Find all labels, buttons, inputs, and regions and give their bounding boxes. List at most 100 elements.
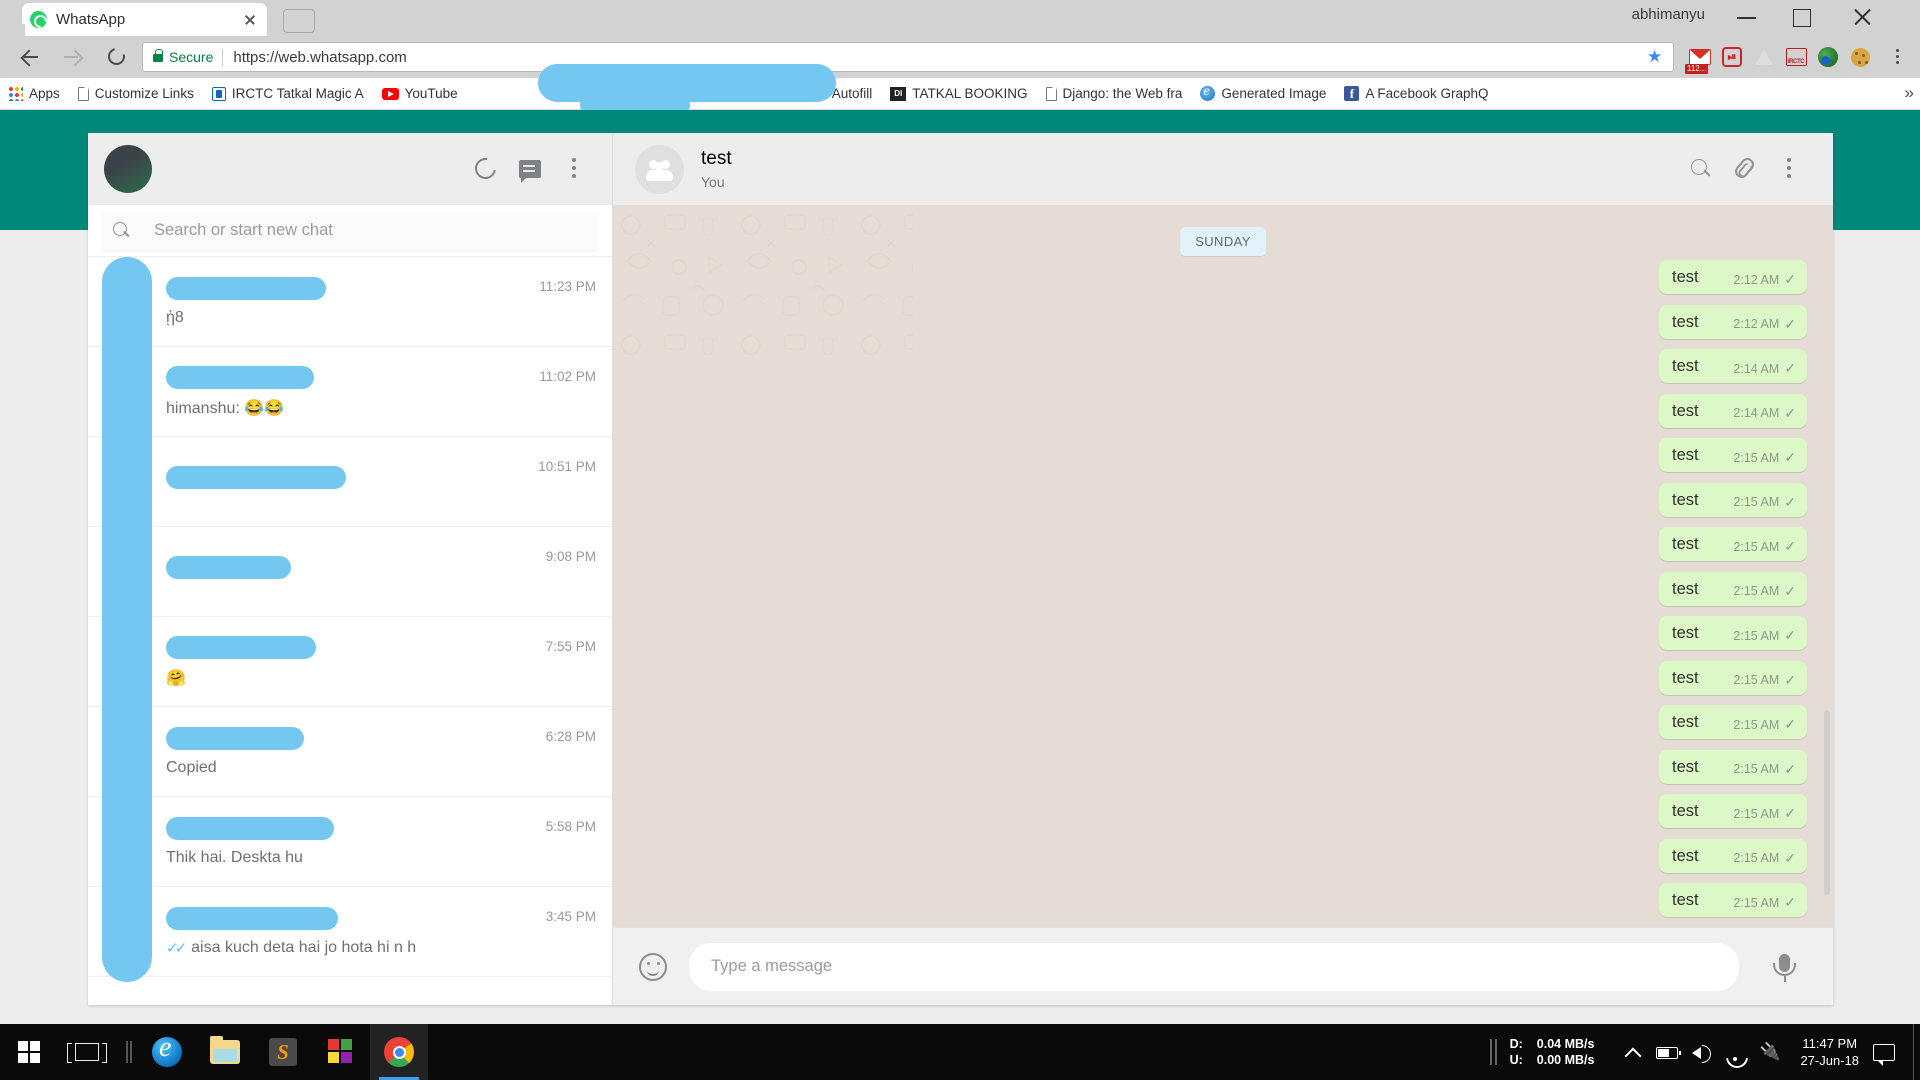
chat-list-item[interactable]: 🤗 7:55 PM <box>88 617 612 707</box>
message-scrollbar[interactable] <box>1824 710 1830 895</box>
youtube-icon <box>381 87 399 100</box>
message-meta: 2:15 AM ✓ <box>1733 449 1796 466</box>
idm-extension-icon[interactable]: ⏯ <box>1716 41 1748 73</box>
message-bubble[interactable]: test 2:15 AM ✓ <box>1659 571 1807 606</box>
message-bubble[interactable]: test 2:15 AM ✓ <box>1659 794 1807 828</box>
message-text: test <box>1672 668 1699 687</box>
back-button[interactable] <box>10 38 48 76</box>
chat-list-item[interactable]: 10:51 PM <box>88 437 612 527</box>
message-bubble[interactable]: test 2:15 AM ✓ <box>1659 838 1807 873</box>
message-bubble[interactable]: test 2:15 AM ✓ <box>1659 527 1807 561</box>
browser-profile-name[interactable]: abhimanyu <box>1632 6 1705 23</box>
new-tab-button[interactable] <box>283 9 315 33</box>
close-window-button[interactable] <box>1840 0 1886 30</box>
chevron-up-icon[interactable] <box>1616 1035 1650 1069</box>
chat-list-item[interactable]: ᾑ8 11:23 PM <box>88 257 612 347</box>
bookmark-customize-links[interactable]: Customize Links <box>69 81 203 107</box>
reload-button[interactable] <box>98 38 136 76</box>
chat-list-item[interactable]: ✓✓ aisa kuch deta hai jo hota hi n h 3:45 … <box>88 887 612 977</box>
bookmark-apps[interactable]: Apps <box>0 81 69 107</box>
bookmarks-overflow-button[interactable]: » <box>1905 83 1914 103</box>
speaker-icon[interactable] <box>1684 1035 1718 1069</box>
chat-list-menu-button[interactable] <box>552 147 596 191</box>
microphone-icon[interactable] <box>1763 945 1807 989</box>
my-avatar[interactable] <box>104 145 152 193</box>
message-status-icon: ✓ <box>1784 760 1796 777</box>
avatar <box>102 727 151 776</box>
show-desktop-button[interactable] <box>1913 1024 1920 1080</box>
close-tab-icon[interactable] <box>241 11 259 29</box>
chat-list-item[interactable]: Thik hai. Deskta hu 5:58 PM <box>88 797 612 887</box>
message-bubble[interactable]: test 2:15 AM ✓ <box>1659 749 1807 784</box>
message-bubble[interactable]: test 2:15 AM ✓ <box>1659 705 1807 739</box>
chat-list-item[interactable]: 9:08 PM <box>88 527 612 617</box>
network-speed-meter[interactable]: D: U: 0.04 MB/s 0.00 MB/s <box>1510 1036 1595 1068</box>
cube-extension-icon[interactable] <box>1748 41 1780 73</box>
chat-list[interactable]: ᾑ8 11:23 PM himanshu: 😂😂 11:02 PM 10:51 PM 9:… <box>88 257 612 1005</box>
chat-timestamp: 5:58 PM <box>545 819 596 834</box>
new-chat-button[interactable] <box>508 147 552 191</box>
message-list: test 2:12 AM ✓ test 2:12 AM ✓ test 2:14 AM ✓ test… <box>613 205 1833 927</box>
message-text: test <box>1672 802 1699 820</box>
message-timestamp: 2:15 AM <box>1733 717 1780 732</box>
conversation-menu-button[interactable] <box>1767 147 1811 191</box>
attach-button[interactable] <box>1723 147 1767 191</box>
file-explorer-taskbar-icon[interactable] <box>196 1024 254 1080</box>
taskbar-clock[interactable]: 11:47 PM 27-Jun-18 <box>1800 1035 1859 1069</box>
battery-icon[interactable] <box>1650 1035 1684 1069</box>
message-area[interactable]: SUNDAY test 2:12 AM ✓ test 2:12 AM ✓ test 2:14 … <box>613 205 1833 927</box>
smiley-icon[interactable] <box>639 952 667 981</box>
search-input[interactable]: Search or start new chat <box>101 211 599 250</box>
bookmark-django[interactable]: Django: the Web fra <box>1037 81 1192 107</box>
gmail-extension-icon[interactable]: 112... <box>1684 41 1716 74</box>
message-bubble[interactable]: test 2:15 AM ✓ <box>1659 438 1807 472</box>
action-center-icon[interactable] <box>1873 1043 1895 1066</box>
bookmark-generated-image[interactable]: Generated Image <box>1191 81 1335 107</box>
task-view-button[interactable] <box>58 1024 116 1080</box>
bookmark-star-icon[interactable]: ★ <box>1647 48 1663 65</box>
edge-taskbar-icon[interactable] <box>138 1024 196 1080</box>
bookmark-youtube[interactable]: YouTube <box>373 81 467 107</box>
message-bubble[interactable]: test 2:14 AM ✓ <box>1659 393 1807 428</box>
conversation-search-button[interactable] <box>1679 147 1723 191</box>
bookmark-tatkal-booking[interactable]: DI TATKAL BOOKING <box>881 81 1036 107</box>
bookmark-irctc-tatkal-magic[interactable]: IRCTC Tatkal Magic A <box>203 81 373 107</box>
microsoft-store-taskbar-icon[interactable] <box>312 1024 370 1080</box>
start-button[interactable] <box>0 1024 58 1080</box>
wifi-icon[interactable] <box>1718 1035 1752 1069</box>
message-bubble[interactable]: test 2:15 AM ✓ <box>1659 660 1807 695</box>
message-text: test <box>1672 846 1699 865</box>
message-bubble[interactable]: test 2:12 AM ✓ <box>1659 304 1807 339</box>
message-bubble[interactable]: test 2:15 AM ✓ <box>1659 883 1807 917</box>
message-bubble[interactable]: test 2:12 AM ✓ <box>1659 260 1807 294</box>
group-avatar[interactable] <box>635 144 684 194</box>
conversation-header[interactable]: test You <box>613 133 1833 205</box>
bookmark-facebook-graphql[interactable]: f A Facebook GraphQ <box>1335 81 1497 107</box>
conversation-title: test <box>701 148 732 169</box>
chat-list-item[interactable]: himanshu: 😂😂 11:02 PM <box>88 347 612 437</box>
reload-icon <box>104 44 129 69</box>
message-bubble[interactable]: test 2:15 AM ✓ <box>1659 616 1807 650</box>
search-bar-container: Search or start new chat <box>88 205 612 257</box>
sublime-text-taskbar-icon[interactable]: S <box>254 1024 312 1080</box>
irctc-extension-icon[interactable]: IRCTC <box>1780 41 1812 73</box>
chrome-menu-button[interactable] <box>1880 40 1914 74</box>
message-input[interactable]: Type a message <box>689 942 1739 991</box>
store-icon <box>328 1039 354 1065</box>
maximize-window-button[interactable] <box>1778 0 1824 30</box>
browser-tab[interactable]: WhatsApp <box>13 3 267 36</box>
address-bar[interactable]: Secure https://web.whatsapp.com ★ <box>142 42 1674 72</box>
message-bubble[interactable]: test 2:14 AM ✓ <box>1659 349 1807 383</box>
chrome-taskbar-icon[interactable] <box>370 1024 428 1080</box>
cookie-extension-icon[interactable] <box>1844 41 1876 73</box>
status-button[interactable] <box>464 147 508 191</box>
chat-list-item[interactable]: Copied 6:28 PM <box>88 707 612 797</box>
minimize-window-button[interactable] <box>1724 0 1770 30</box>
message-bubble[interactable]: test 2:15 AM ✓ <box>1659 482 1807 517</box>
browser-toolbar: Secure https://web.whatsapp.com ★ 112...… <box>0 36 1920 78</box>
plug-icon[interactable] <box>1752 1035 1786 1069</box>
bookmark-label: Django: the Web fra <box>1062 86 1183 101</box>
bookmark-label: A Facebook GraphQ <box>1365 86 1489 101</box>
download-manager-icon[interactable] <box>1812 41 1844 73</box>
forward-button[interactable] <box>54 38 92 76</box>
